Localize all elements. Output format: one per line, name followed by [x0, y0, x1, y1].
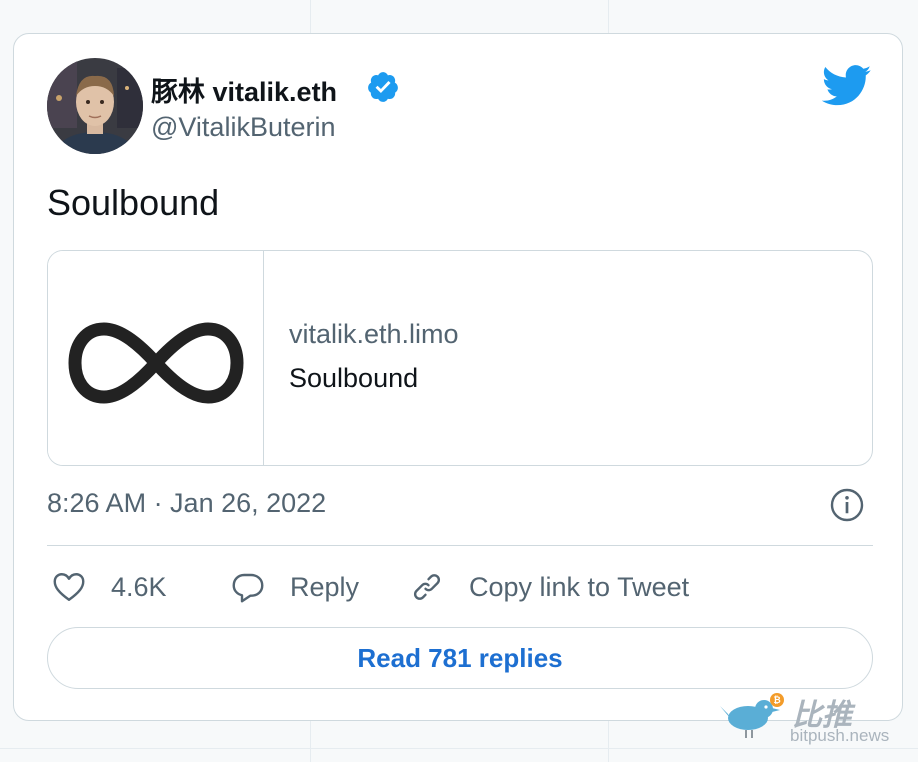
watermark-site: bitpush.news	[790, 726, 890, 745]
handle[interactable]: @VitalikButerin	[151, 112, 336, 143]
divider	[47, 545, 873, 546]
copy-link-button[interactable]: Copy link to Tweet	[409, 567, 689, 607]
tweet-text: Soulbound	[47, 182, 220, 223]
link-preview-card[interactable]: vitalik.eth.limo Soulbound	[47, 250, 873, 466]
link-domain: vitalik.eth.limo	[289, 319, 459, 349]
link-thumbnail	[48, 251, 264, 465]
display-name[interactable]: 豚林 vitalik.eth	[151, 70, 337, 109]
tweet-card[interactable]: 豚林 vitalik.eth @VitalikButerin Soulbound…	[13, 33, 903, 721]
watermark: ₿ 比推 bitpush.news	[720, 690, 910, 750]
like-count: 4.6K	[111, 571, 167, 602]
bird-logo-icon: ₿	[720, 693, 784, 738]
infinity-icon	[68, 322, 244, 404]
copy-link-label: Copy link to Tweet	[469, 571, 690, 602]
link-icon	[413, 574, 441, 600]
avatar[interactable]	[47, 58, 143, 154]
reply-button[interactable]: Reply	[230, 567, 359, 607]
info-icon[interactable]	[829, 487, 865, 523]
reply-label: Reply	[290, 571, 360, 602]
heart-icon	[53, 573, 85, 601]
read-replies-button[interactable]: Read 781 replies	[47, 627, 873, 689]
twitter-bird-icon[interactable]	[822, 64, 872, 108]
verified-badge-icon	[368, 72, 398, 102]
svg-text:₿: ₿	[773, 695, 780, 706]
read-replies-label: Read 781 replies	[357, 642, 563, 673]
like-button[interactable]: 4.6K	[51, 567, 167, 607]
tweet-timestamp[interactable]: 8:26 AM · Jan 26, 2022	[47, 488, 326, 519]
link-title: Soulbound	[289, 363, 419, 393]
reply-bubble-icon	[232, 573, 264, 603]
